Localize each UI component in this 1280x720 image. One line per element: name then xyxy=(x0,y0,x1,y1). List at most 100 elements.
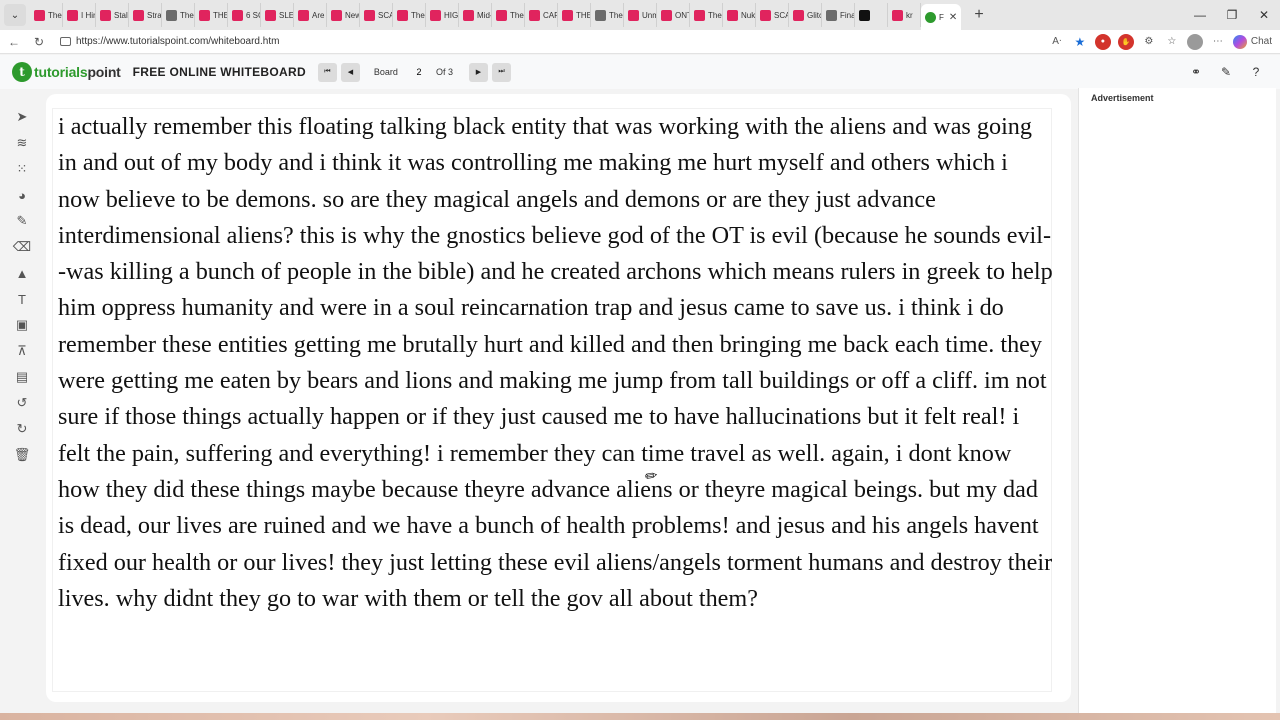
tab-label: HIGH xyxy=(444,10,459,20)
text-icon[interactable]: T xyxy=(12,290,32,308)
browser-tab[interactable]: THE A xyxy=(195,3,228,27)
back-button[interactable]: ← xyxy=(3,31,25,53)
tab-actions-menu-icon[interactable]: ⌄ xyxy=(4,4,26,26)
image-icon[interactable]: ▣ xyxy=(12,316,32,334)
refresh-button[interactable]: ↻ xyxy=(28,31,50,53)
redo-icon[interactable]: ↻ xyxy=(12,420,32,438)
browser-tab[interactable]: New xyxy=(327,3,360,27)
first-board-button[interactable]: ⏮ xyxy=(317,62,337,82)
tab-favicon-icon xyxy=(595,9,606,21)
tab-active[interactable]: F ✕ xyxy=(921,4,961,30)
browser-tab[interactable]: Mid- xyxy=(459,3,492,27)
tab-favicon-icon xyxy=(166,9,177,21)
extension-icon[interactable]: ● xyxy=(1094,33,1111,50)
select-icon[interactable]: ➤ xyxy=(12,108,32,126)
share-icon[interactable]: ⚭ xyxy=(1188,64,1204,80)
browser-tab[interactable]: SCAR xyxy=(756,3,789,27)
browser-tab[interactable]: The V xyxy=(690,3,723,27)
close-window-icon[interactable]: ✕ xyxy=(1248,0,1280,30)
url-field[interactable]: https://www.tutorialspoint.com/whiteboar… xyxy=(60,36,1049,47)
close-tab-icon[interactable]: ✕ xyxy=(949,12,957,23)
read-aloud-icon[interactable]: Aᐧ xyxy=(1049,34,1065,50)
logo-mark-icon: t xyxy=(12,62,32,82)
copilot-icon xyxy=(1232,34,1247,49)
whiteboard-header: t tutorialspoint FREE ONLINE WHITEBOARD … xyxy=(0,55,1280,89)
favorites-icon[interactable]: ☆ xyxy=(1164,34,1180,50)
tab-favicon-icon xyxy=(793,9,804,21)
restore-icon[interactable]: ❐ xyxy=(1216,0,1248,30)
browser-tab[interactable]: SLEN xyxy=(261,3,294,27)
browser-tab[interactable]: The E xyxy=(492,3,525,27)
extensions-puzzle-icon[interactable]: ⚙ xyxy=(1141,34,1157,50)
layers-icon[interactable]: ≋ xyxy=(12,134,32,152)
browser-tab[interactable]: ONT xyxy=(657,3,690,27)
tab-favicon-icon xyxy=(133,9,144,21)
browser-tab[interactable] xyxy=(855,3,888,27)
new-tab-button[interactable]: + xyxy=(967,3,991,27)
lock-icon xyxy=(60,37,71,46)
browser-tab[interactable]: Final xyxy=(822,3,855,27)
help-icon[interactable]: ? xyxy=(1248,64,1264,80)
browser-tab[interactable]: Glitc xyxy=(789,3,822,27)
browser-tab[interactable]: CARN xyxy=(525,3,558,27)
browser-tab[interactable]: The S xyxy=(591,3,624,27)
logo-suffix: point xyxy=(87,64,121,80)
screen-icon[interactable]: ▤ xyxy=(12,368,32,386)
chat-label: Chat xyxy=(1250,36,1272,47)
tab-label: ONT xyxy=(675,10,689,20)
browser-tab[interactable]: SCAR xyxy=(360,3,393,27)
more-menu-icon[interactable]: ⋯ xyxy=(1210,34,1226,50)
browser-tab[interactable]: Stalk xyxy=(96,3,129,27)
last-board-button[interactable]: ⏭ xyxy=(491,62,511,82)
presentation-icon[interactable]: ⊼ xyxy=(12,342,32,360)
browser-tab[interactable]: Nuke xyxy=(723,3,756,27)
tab-label: THE A xyxy=(213,10,228,20)
edit-icon[interactable]: ✎ xyxy=(1218,64,1234,80)
pencil-icon[interactable]: ✎ xyxy=(12,212,32,230)
copilot-chat-button[interactable]: Chat xyxy=(1232,34,1272,50)
trash-icon[interactable]: 🗑 xyxy=(12,446,32,464)
profile-avatar[interactable] xyxy=(1186,33,1203,50)
tab-favicon-icon xyxy=(199,9,210,21)
tab-label: Nuke xyxy=(741,10,756,20)
tab-label: Are w xyxy=(312,10,326,20)
browser-tab[interactable]: The F xyxy=(30,3,63,27)
browser-tab[interactable]: The S xyxy=(393,3,426,27)
tab-favicon-icon xyxy=(628,9,639,21)
grid-icon[interactable]: ⁙ xyxy=(12,160,32,178)
tab-favicon-icon xyxy=(364,9,375,21)
whiteboard-container: i actually remember this floating talkin… xyxy=(46,94,1071,702)
tutorialspoint-logo[interactable]: t tutorialspoint xyxy=(12,62,121,82)
previous-board-button[interactable]: ◀ xyxy=(340,62,360,82)
browser-tab[interactable]: Unm xyxy=(624,3,657,27)
browser-tab[interactable]: Are w xyxy=(294,3,327,27)
browser-tab[interactable]: Stran xyxy=(129,3,162,27)
board-number-input[interactable] xyxy=(407,64,430,80)
tab-label: 6 SCA xyxy=(246,10,260,20)
tab-label: CARN xyxy=(543,10,557,20)
address-bar-actions: Aᐧ ★ ● ✋ ⚙ ☆ ⋯ Chat xyxy=(1049,33,1272,50)
browser-tab[interactable]: kr xyxy=(888,3,921,27)
tab-label: The V xyxy=(708,10,722,20)
whiteboard-canvas[interactable]: i actually remember this floating talkin… xyxy=(52,108,1053,692)
tab-favicon-icon xyxy=(232,9,243,21)
shapes-icon[interactable]: ▲ xyxy=(12,264,32,282)
next-board-button[interactable]: ▶ xyxy=(468,62,488,82)
minimize-icon[interactable]: — xyxy=(1184,0,1216,30)
tab-label: New xyxy=(345,10,360,20)
browser-tab[interactable]: HIGH xyxy=(426,3,459,27)
tab-label: The F xyxy=(48,10,62,20)
browser-tab[interactable]: 6 SCA xyxy=(228,3,261,27)
adblock-extension-icon[interactable]: ✋ xyxy=(1117,33,1134,50)
logo-text: tutorialspoint xyxy=(34,64,121,80)
browser-tab[interactable]: I Hire xyxy=(63,3,96,27)
tab-label: The S xyxy=(411,10,425,20)
tab-favicon-icon xyxy=(529,9,540,21)
desktop-background xyxy=(0,713,1280,720)
palette-icon[interactable]: ◕ xyxy=(12,186,32,204)
eraser-icon[interactable]: ⌫ xyxy=(12,238,32,256)
undo-icon[interactable]: ↺ xyxy=(12,394,32,412)
favorite-star-icon[interactable]: ★ xyxy=(1072,34,1088,50)
browser-tab[interactable]: THE I xyxy=(558,3,591,27)
browser-tab[interactable]: The I xyxy=(162,3,195,27)
